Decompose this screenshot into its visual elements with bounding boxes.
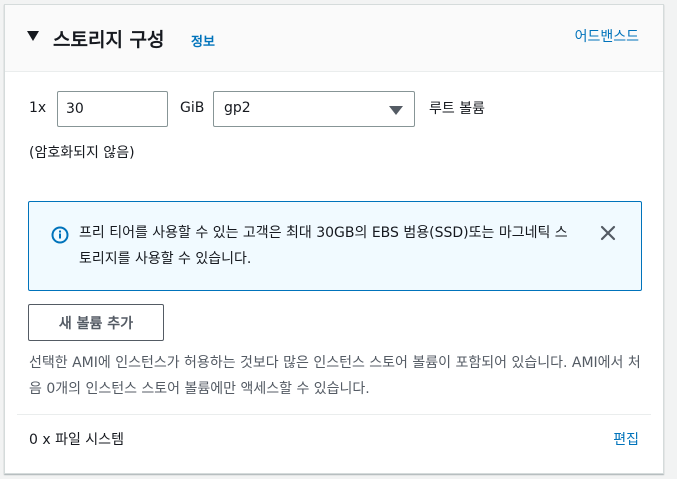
volume-type-select[interactable]: gp2 xyxy=(213,91,415,127)
encryption-status: (암호화되지 않음) xyxy=(29,145,135,161)
dropdown-arrow-icon xyxy=(389,106,403,115)
instance-store-description: 선택한 AMI에 인스턴스가 허용하는 것보다 많은 인스턴스 스토어 볼륨이 … xyxy=(29,355,641,397)
file-systems-label: 0 x 파일 시스템 xyxy=(29,432,124,448)
advanced-link[interactable]: 어드밴스드 xyxy=(575,26,639,46)
panel-title[interactable]: 스토리지 구성 xyxy=(53,25,165,52)
info-icon xyxy=(51,226,69,244)
close-icon[interactable] xyxy=(599,224,617,242)
info-link[interactable]: 정보 xyxy=(191,31,215,50)
divider xyxy=(17,414,651,415)
root-volume-label: 루트 볼륨 xyxy=(429,101,485,117)
add-volume-button[interactable]: 새 볼륨 추가 xyxy=(28,304,164,341)
volume-size-input[interactable] xyxy=(57,91,168,127)
size-unit-label: GiB xyxy=(180,100,205,116)
edit-link[interactable]: 편집 xyxy=(613,429,639,449)
panel-header: 스토리지 구성 정보 어드밴스드 xyxy=(5,5,663,72)
volume-type-value: gp2 xyxy=(224,100,251,116)
root-volume-row: 1x GiB gp2 루트 볼륨 xyxy=(5,91,663,127)
caret-down-icon[interactable] xyxy=(27,31,39,41)
volume-multiplier: 1x xyxy=(29,100,47,116)
storage-config-panel: 스토리지 구성 정보 어드밴스드 1x GiB gp2 루트 볼륨 (암호화되지… xyxy=(4,4,664,474)
alert-text: 프리 티어를 사용할 수 있는 고객은 최대 30GB의 EBS 범용(SSD)… xyxy=(79,225,568,267)
free-tier-alert: 프리 티어를 사용할 수 있는 고객은 최대 30GB의 EBS 범용(SSD)… xyxy=(28,201,642,291)
